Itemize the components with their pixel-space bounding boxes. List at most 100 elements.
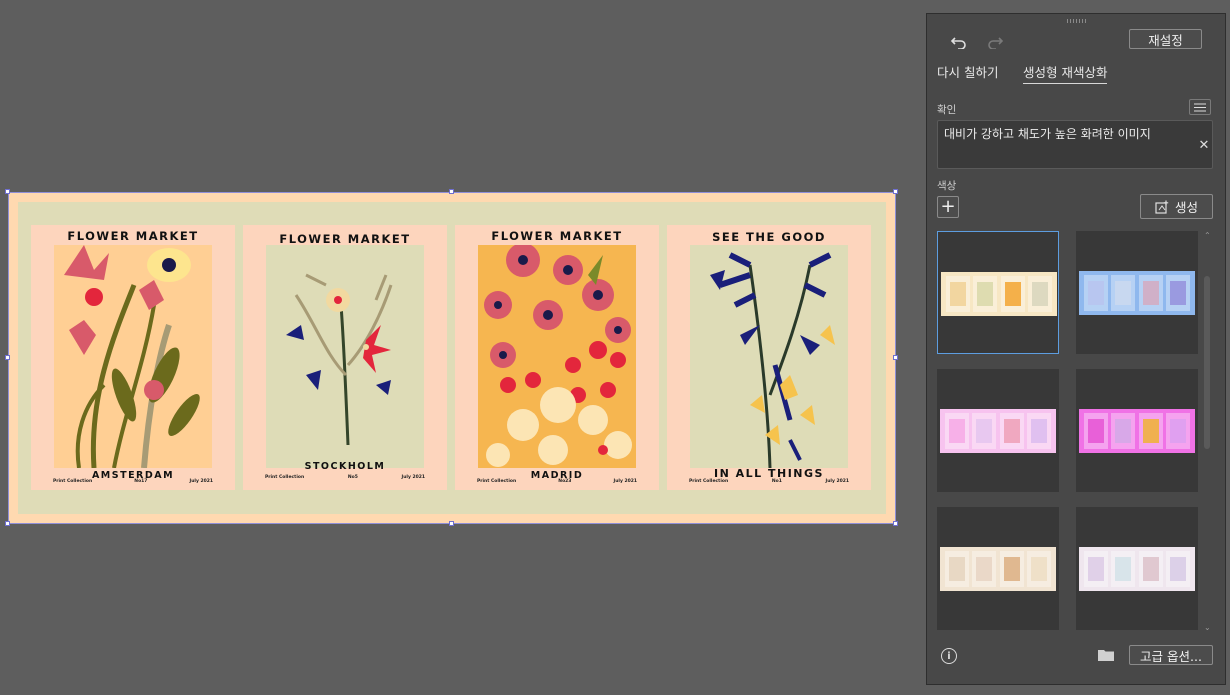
variations-scrollbar[interactable]: ⌃ ⌄ <box>1201 231 1213 635</box>
poster-title: FLOWER MARKET <box>67 229 199 243</box>
thumbnail-poster <box>1083 275 1108 311</box>
variation-option[interactable] <box>1076 369 1198 492</box>
thumbnail-poster <box>1138 275 1163 311</box>
thumbnail-poster <box>1111 413 1136 449</box>
poster-title: SEE THE GOOD <box>712 230 826 244</box>
panel-drag-grip[interactable] <box>1067 19 1087 23</box>
resize-handle-top[interactable] <box>449 189 454 194</box>
footer-collection: Print Collection <box>477 479 517 484</box>
add-color-button[interactable]: + <box>937 196 959 218</box>
undo-icon[interactable] <box>947 32 971 52</box>
poster-footer: Print Collection No17 July 2021 <box>53 479 213 484</box>
poster-city: STOCKHOLM <box>304 461 386 472</box>
poster-footer: Print Collection No23 July 2021 <box>477 479 637 484</box>
variation-thumbnail <box>940 547 1056 591</box>
thumbnail-poster <box>945 276 970 312</box>
footer-date: July 2021 <box>189 479 213 484</box>
color-label: 색상 <box>937 180 957 192</box>
prompt-menu-icon[interactable] <box>1189 99 1211 115</box>
resize-handle-bottom-right[interactable] <box>893 521 898 526</box>
thumbnail-poster <box>1028 276 1053 312</box>
poster-illustration <box>266 245 424 468</box>
thumbnail-poster <box>1111 551 1136 587</box>
tab-generative-recolor[interactable]: 생성형 재색상화 <box>1023 62 1108 84</box>
thumbnail-poster <box>1027 413 1052 449</box>
thumbnail-poster <box>1027 551 1052 587</box>
footer-number: No1 <box>771 479 782 484</box>
variation-thumbnail <box>941 272 1057 316</box>
info-icon[interactable]: i <box>941 648 957 664</box>
recolor-panel: 재설정 다시 칠하기 생성형 재색상화 확인 대비가 강하고 채도가 높은 화려… <box>926 13 1226 685</box>
prompt-text: 대비가 강하고 채도가 높은 화려한 이미지 <box>944 127 1151 141</box>
thumbnail-poster <box>944 413 969 449</box>
advanced-options-button[interactable]: 고급 옵션... <box>1129 645 1213 665</box>
folder-icon[interactable] <box>1097 647 1115 663</box>
footer-date: July 2021 <box>401 475 425 480</box>
scroll-down-icon[interactable]: ⌄ <box>1204 623 1211 632</box>
thumbnail-poster <box>1166 275 1191 311</box>
footer-collection: Print Collection <box>265 475 305 480</box>
variation-thumbnail <box>1079 409 1195 453</box>
artboard-frame: FLOWER MARKET AMSTERDAM Print Collection… <box>8 192 896 524</box>
variation-option[interactable] <box>1076 507 1198 630</box>
thumbnail-poster <box>1138 551 1163 587</box>
thumbnail-poster <box>972 413 997 449</box>
variation-option[interactable] <box>1076 231 1198 354</box>
tab-recolor[interactable]: 다시 칠하기 <box>937 62 998 83</box>
poster-illustration <box>54 245 212 468</box>
thumbnail-poster <box>1138 413 1163 449</box>
poster-illustration <box>690 245 848 468</box>
artboard[interactable]: FLOWER MARKET AMSTERDAM Print Collection… <box>5 189 898 526</box>
scroll-thumb[interactable] <box>1204 276 1210 449</box>
clear-prompt-icon[interactable]: ✕ <box>1197 138 1211 153</box>
generate-label: 생성 <box>1174 200 1198 215</box>
thumbnail-poster <box>944 551 969 587</box>
variation-grid <box>937 231 1199 635</box>
resize-handle-top-right[interactable] <box>893 189 898 194</box>
footer-date: July 2021 <box>613 479 637 484</box>
thumbnail-poster <box>999 551 1024 587</box>
thumbnail-poster <box>999 413 1024 449</box>
resize-handle-left[interactable] <box>5 355 10 360</box>
resize-handle-top-left[interactable] <box>5 189 10 194</box>
poster-footer: Print Collection No1 July 2021 <box>689 479 849 484</box>
variation-option[interactable] <box>937 369 1059 492</box>
reset-button[interactable]: 재설정 <box>1129 29 1202 49</box>
prompt-input[interactable]: 대비가 강하고 채도가 높은 화려한 이미지 <box>937 120 1213 169</box>
thumbnail-poster <box>1000 276 1025 312</box>
thumbnail-poster <box>1083 413 1108 449</box>
footer-collection: Print Collection <box>53 479 93 484</box>
poster-title: FLOWER MARKET <box>491 229 623 243</box>
generate-button[interactable]: 생성 <box>1140 194 1213 219</box>
resize-handle-right[interactable] <box>893 355 898 360</box>
thumbnail-poster <box>1111 275 1136 311</box>
plus-icon: + <box>940 196 956 217</box>
footer-number: No17 <box>134 479 148 484</box>
resize-handle-bottom[interactable] <box>449 521 454 526</box>
variation-thumbnail <box>1079 547 1195 591</box>
thumbnail-poster <box>973 276 998 312</box>
thumbnail-poster <box>972 551 997 587</box>
poster-madrid[interactable]: FLOWER MARKET MADRID Print Collection No… <box>455 225 659 490</box>
variation-thumbnail <box>1079 271 1195 315</box>
footer-number: No23 <box>558 479 572 484</box>
poster-footer: Print Collection No5 July 2021 <box>265 475 425 480</box>
variation-thumbnail <box>940 409 1056 453</box>
variation-option[interactable] <box>937 231 1059 354</box>
resize-handle-bottom-left[interactable] <box>5 521 10 526</box>
variation-option[interactable] <box>937 507 1059 630</box>
poster-title: FLOWER MARKET <box>279 232 411 246</box>
poster-stockholm[interactable]: FLOWER MARKET STOCKHOLM Print Collection… <box>243 225 447 490</box>
poster-see-the-good[interactable]: SEE THE GOOD IN ALL THINGS Print Collect… <box>667 225 871 490</box>
generate-icon <box>1155 200 1169 214</box>
prompt-label: 확인 <box>937 104 957 116</box>
thumbnail-poster <box>1166 413 1191 449</box>
scroll-up-icon[interactable]: ⌃ <box>1204 231 1211 240</box>
thumbnail-poster <box>1083 551 1108 587</box>
footer-number: No5 <box>347 475 358 480</box>
footer-date: July 2021 <box>825 479 849 484</box>
thumbnail-poster <box>1166 551 1191 587</box>
poster-illustration <box>478 245 636 468</box>
redo-icon[interactable] <box>983 32 1007 52</box>
poster-amsterdam[interactable]: FLOWER MARKET AMSTERDAM Print Collection… <box>31 225 235 490</box>
